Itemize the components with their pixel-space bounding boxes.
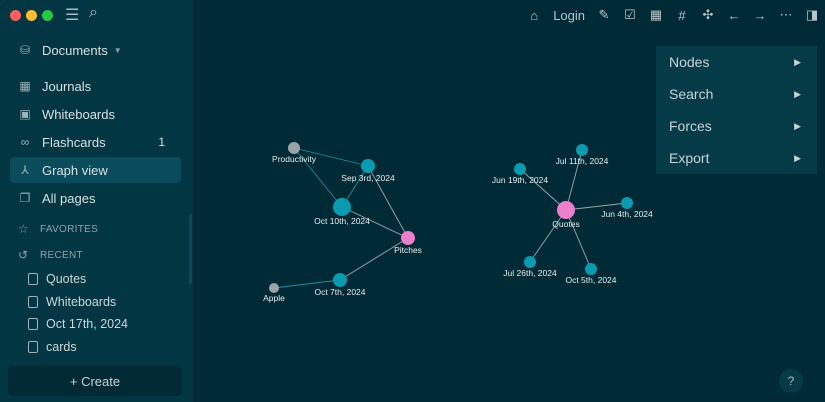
menu-item-search[interactable]: Search ▶	[656, 78, 817, 110]
graph-node[interactable]	[401, 231, 415, 245]
calendar-icon: ▦	[19, 79, 31, 93]
graph-node[interactable]	[361, 159, 375, 173]
help-button[interactable]: ?	[779, 369, 803, 393]
recent-item-quotes[interactable]: Quotes	[28, 272, 86, 286]
workspace-selector[interactable]: ⛁ Documents ▼	[10, 37, 181, 63]
sidebar-item-journals[interactable]: ▦ Journals	[10, 73, 181, 99]
whiteboard-icon	[28, 296, 38, 308]
graph-edge	[529, 209, 567, 263]
pages-icon: ❐	[19, 191, 31, 205]
graph-node-label: Oct 5th, 2024	[565, 275, 616, 285]
graph-node-label: Jun 4th, 2024	[601, 209, 653, 219]
recent-header[interactable]: ↺ RECENT	[18, 248, 83, 262]
puzzle-icon[interactable]: ✣	[701, 7, 715, 23]
whiteboard-icon: ▣	[19, 107, 31, 121]
graph-node-label: Jul 26th, 2024	[503, 268, 557, 278]
graph-node-label: Pitches	[394, 245, 422, 255]
graph-node[interactable]	[585, 263, 597, 275]
right-sidebar-toggle-icon[interactable]: ◨	[805, 7, 819, 23]
caret-right-icon: ▶	[794, 56, 801, 67]
graph-node[interactable]	[333, 273, 347, 287]
star-icon: ☆	[18, 222, 30, 236]
page-icon	[28, 273, 38, 285]
caret-right-icon: ▶	[794, 120, 801, 131]
graph-node-label: Quotes	[552, 219, 579, 229]
maximize-window-button[interactable]	[42, 10, 53, 21]
graph-node[interactable]	[621, 197, 633, 209]
menu-item-forces[interactable]: Forces ▶	[656, 110, 817, 142]
sidebar-item-graph-view[interactable]: ⅄ Graph view	[10, 157, 181, 183]
create-button[interactable]: + Create	[8, 366, 182, 396]
graph-settings-menu: Nodes ▶ Search ▶ Forces ▶ Export ▶	[656, 46, 817, 174]
close-window-button[interactable]	[10, 10, 21, 21]
left-sidebar: ☰ ⌕ ⛁ Documents ▼ ▦ Journals ▣ Whiteboards ∞…	[0, 0, 194, 402]
caret-right-icon: ▶	[794, 152, 801, 163]
pencil-icon[interactable]: ✎	[597, 7, 611, 23]
sidebar-item-flashcards[interactable]: ∞ Flashcards 1	[10, 129, 181, 155]
graph-node-label: Oct 7th, 2024	[314, 287, 365, 297]
back-arrow-icon[interactable]: ←	[727, 8, 741, 23]
chevron-down-icon: ▼	[113, 45, 122, 55]
sidebar-item-all-pages[interactable]: ❐ All pages	[10, 185, 181, 211]
favorites-header[interactable]: ☆ FAVORITES	[18, 222, 98, 236]
graph-node[interactable]	[288, 142, 300, 154]
page-icon	[28, 341, 38, 353]
recent-item-whiteboards[interactable]: Whiteboards	[28, 295, 116, 309]
graph-node-label: Oct 10th, 2024	[314, 216, 370, 226]
home-icon[interactable]: ⌂	[527, 8, 541, 23]
hashtag-icon[interactable]: #	[675, 8, 689, 23]
graph-node-label: Productivity	[272, 154, 317, 164]
page-icon	[28, 318, 38, 330]
graph-node[interactable]	[557, 201, 575, 219]
graph-node[interactable]	[576, 144, 588, 156]
more-icon[interactable]: ⋯	[779, 7, 793, 23]
menu-item-export[interactable]: Export ▶	[656, 142, 817, 174]
graph-node-label: Jun 19th, 2024	[492, 175, 549, 185]
menu-item-nodes[interactable]: Nodes ▶	[656, 46, 817, 78]
recent-item-oct-17th[interactable]: Oct 17th, 2024	[28, 317, 128, 331]
forward-arrow-icon[interactable]: →	[753, 8, 767, 23]
graph-node[interactable]	[269, 283, 279, 293]
calendar-icon[interactable]: ▦	[649, 7, 663, 23]
minimize-window-button[interactable]	[26, 10, 37, 21]
graph-node-label: Apple	[263, 293, 285, 303]
sidebar-scrollbar[interactable]	[189, 214, 192, 284]
graph-node[interactable]	[333, 198, 351, 216]
graph-icon: ⅄	[21, 163, 29, 177]
sidebar-item-whiteboards[interactable]: ▣ Whiteboards	[10, 101, 181, 127]
graph-node[interactable]	[514, 163, 526, 175]
flashcards-count: 1	[158, 135, 165, 149]
graph-node-label: Jul 11th, 2024	[556, 156, 609, 166]
infinity-icon: ∞	[20, 135, 30, 149]
history-icon: ↺	[18, 248, 29, 262]
top-toolbar: ⌂ Login ✎ ☑ ▦ # ✣ ← → ⋯ ◨	[194, 0, 825, 30]
login-button[interactable]: Login	[553, 8, 585, 23]
database-icon: ⛁	[19, 43, 31, 57]
recent-item-cards[interactable]: cards	[28, 340, 77, 354]
search-icon[interactable]: ⌕	[89, 4, 98, 22]
graph-node-label: Sep 3rd, 2024	[341, 173, 395, 183]
caret-right-icon: ▶	[794, 88, 801, 99]
graph-node[interactable]	[524, 256, 536, 268]
menu-icon[interactable]: ☰	[65, 5, 79, 25]
checkbox-icon[interactable]: ☑	[623, 7, 637, 23]
